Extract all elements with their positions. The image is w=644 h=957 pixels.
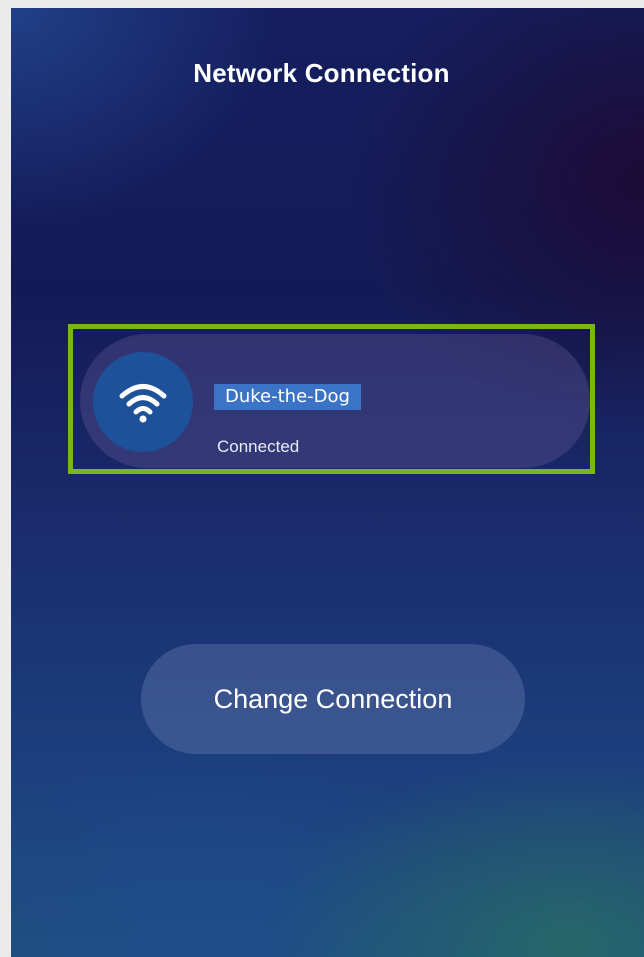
app-screen: Network Connection Duke-the-Dog Connecte… [11,8,644,957]
change-connection-button[interactable]: Change Connection [141,644,525,754]
page-title: Network Connection [193,58,450,88]
page-frame: Network Connection Duke-the-Dog Connecte… [0,0,644,957]
selection-highlight [68,324,595,474]
